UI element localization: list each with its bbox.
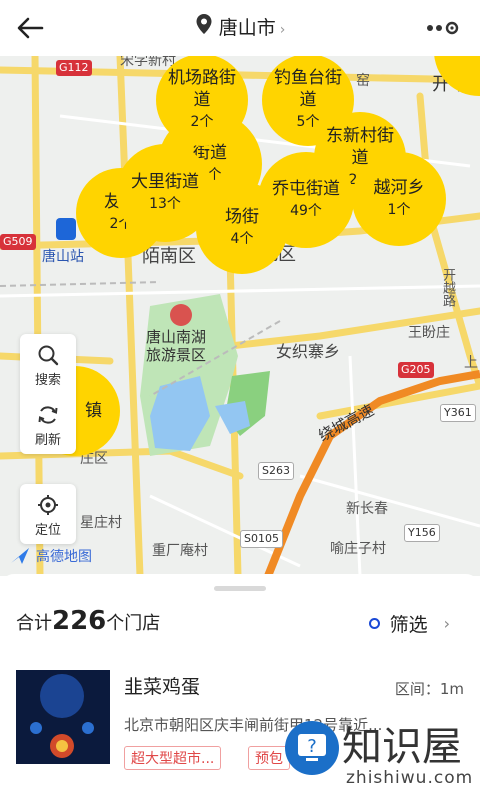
filter-ring-icon: [368, 618, 380, 629]
cluster-bubble[interactable]: 越河乡 1个: [352, 152, 446, 246]
store-total: 合计226个门店: [16, 604, 160, 641]
search-tool-label: 搜索: [34, 373, 61, 388]
cluster-name: 乔屯街道: [272, 179, 340, 199]
map-label: 女织寨乡: [276, 342, 341, 361]
filter-button[interactable]: 筛选 ›: [368, 610, 450, 637]
store-distance: 区间：1m: [394, 680, 464, 698]
locate-panel: 定位: [20, 484, 76, 544]
map-label: 窑: [356, 73, 370, 89]
cluster-bubble[interactable]: 机场路街道 2个: [156, 56, 248, 146]
watermark-url: zhishiwu.com: [346, 768, 474, 788]
store-name: 韭菜鸡蛋: [124, 676, 201, 698]
drag-handle[interactable]: [214, 586, 266, 591]
cluster-count: 13个: [149, 196, 181, 212]
refresh-icon: [38, 406, 58, 424]
cluster-count: 5个: [296, 114, 320, 130]
store-thumbnail: [16, 670, 110, 764]
amap-logo-icon: [11, 548, 29, 564]
chevron-right-icon: ›: [443, 614, 450, 633]
road-tag: S263: [258, 462, 294, 480]
cluster-count: 49个: [290, 203, 322, 219]
map-label: 开越路: [440, 268, 455, 307]
cluster-name: 钓鱼台街道: [274, 68, 342, 110]
map-label: 新长春: [346, 501, 388, 517]
cluster-count: 2个: [190, 114, 214, 130]
watermark-text: 知识屋: [342, 724, 462, 770]
location-pin-icon: [195, 13, 213, 45]
search-tool-button[interactable]: 搜索: [20, 334, 76, 394]
road-tag: S0105: [240, 530, 283, 548]
locate-tool-button[interactable]: 定位: [20, 484, 76, 544]
refresh-tool-label: 刷新: [34, 433, 61, 448]
city-selector[interactable]: 唐山市 ›: [0, 12, 480, 46]
poi-label: 唐山南湖旅游景区: [146, 328, 207, 364]
total-suffix: 个门店: [106, 613, 161, 634]
cluster-count: 1个: [387, 202, 411, 218]
site-watermark: ? 知识屋 zhishiwu.com: [280, 714, 480, 800]
cluster-name: 镇: [85, 401, 102, 421]
locate-icon: [38, 495, 58, 515]
store-tag: 超大型超市...: [124, 746, 222, 770]
map-tools-panel: 搜索 刷新: [20, 334, 76, 454]
amap-logo-text: 高德地图: [36, 549, 92, 565]
locate-tool-label: 定位: [34, 523, 61, 538]
road-tag: Y361: [440, 404, 476, 422]
map-label: 王盼庄: [408, 325, 450, 341]
city-name: 唐山市: [218, 17, 276, 39]
road-tag: G112: [56, 60, 92, 76]
map-label: 唐山站: [42, 249, 84, 265]
cluster-count: 4个: [230, 231, 254, 247]
map-label: 上: [464, 355, 478, 371]
search-icon: [38, 345, 59, 366]
map-label: 重厂庵村: [152, 543, 208, 559]
scenic-spot-icon: [170, 304, 192, 326]
amap-logo: 高德地图: [10, 546, 92, 566]
road-tag: Y156: [404, 524, 440, 542]
chevron-right-icon: ›: [279, 22, 286, 38]
map-label: 喻庄子村: [330, 541, 386, 557]
road-tag: G205: [398, 362, 434, 378]
filter-label: 筛选: [389, 614, 428, 636]
cluster-name: 大里街道: [131, 172, 199, 192]
map-label: 星庄村: [80, 515, 122, 531]
top-bar: 唐山市 ›: [0, 0, 480, 56]
svg-text:?: ?: [307, 736, 317, 757]
cluster-name: 越河乡: [373, 178, 425, 198]
question-monitor-icon: ?: [285, 721, 339, 775]
refresh-tool-button[interactable]: 刷新: [20, 394, 76, 454]
more-options-icon[interactable]: [422, 18, 462, 38]
cluster-bubble[interactable]: 乔屯街道 49个: [258, 152, 354, 248]
cluster-name: 机场路街道: [168, 68, 236, 110]
map-view[interactable]: 宋学新村 开平 唐山站 路北区 女织寨乡 王盼庄 唐山南湖旅游景区 绕城高速 开…: [0, 56, 480, 576]
train-station-icon: [56, 218, 76, 240]
road-tag: G509: [0, 234, 36, 250]
cluster-name: 场街: [225, 207, 259, 227]
total-prefix: 合计: [16, 613, 52, 634]
total-count: 226: [52, 606, 107, 636]
cluster-bubble[interactable]: 大里街道 13个: [116, 144, 214, 242]
